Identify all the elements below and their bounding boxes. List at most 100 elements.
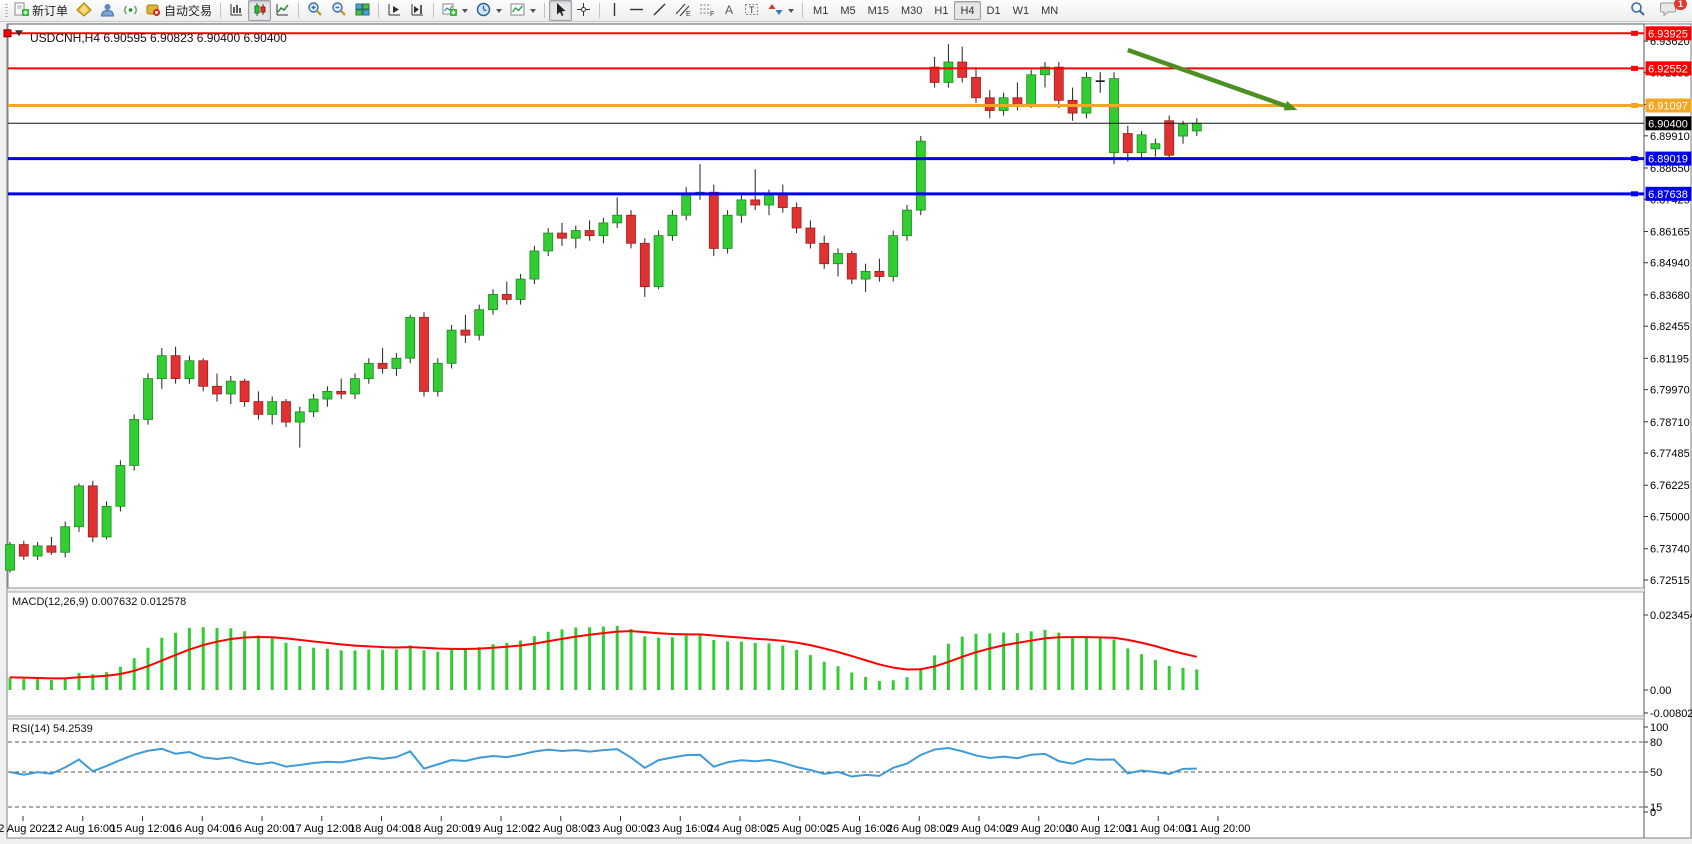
toolbar-separator	[298, 3, 299, 18]
horizontal-line-button[interactable]	[625, 0, 648, 21]
svg-text:6.89019: 6.89019	[1648, 154, 1688, 166]
notification-badge: 1	[1674, 0, 1687, 10]
svg-text:6.89910: 6.89910	[1650, 131, 1690, 143]
auto-trading-icon	[146, 2, 161, 20]
svg-text:6.92552: 6.92552	[1648, 63, 1688, 75]
crosshair-button[interactable]	[572, 0, 595, 21]
pane-splitter[interactable]	[8, 716, 1644, 719]
templates-button[interactable]	[506, 0, 540, 21]
gold-button[interactable]	[72, 0, 96, 21]
periods-button[interactable]	[472, 0, 506, 21]
auto-trading-button[interactable]: 自动交易	[142, 0, 216, 21]
svg-text:12 Aug 16:00: 12 Aug 16:00	[50, 823, 115, 835]
svg-text:0.00: 0.00	[1650, 685, 1671, 697]
bar-chart-button[interactable]	[225, 0, 248, 21]
indicators-button[interactable]	[438, 0, 472, 21]
zoom-in-button[interactable]	[303, 0, 327, 21]
svg-text:A: A	[725, 3, 733, 17]
svg-text:6.87638: 6.87638	[1648, 189, 1688, 201]
toolbar-separator	[544, 3, 545, 18]
vertical-line-button[interactable]	[604, 0, 625, 21]
svg-text:26 Aug 08:00: 26 Aug 08:00	[887, 823, 952, 835]
svg-text:6.75000: 6.75000	[1650, 512, 1690, 524]
text-label-icon: T	[744, 2, 760, 20]
svg-text:RSI(14) 54.2539: RSI(14) 54.2539	[12, 723, 93, 735]
price-level-badge: 6.93925	[1646, 26, 1692, 40]
chart-shift-button[interactable]	[406, 0, 429, 21]
cursor-icon	[553, 2, 568, 20]
signals-button[interactable]	[119, 0, 142, 21]
timeframe-h4[interactable]: H4	[954, 1, 980, 20]
timeframe-d1[interactable]: D1	[981, 1, 1007, 20]
text-label-button[interactable]: T	[740, 0, 764, 21]
templates-icon	[510, 2, 525, 20]
equidistant-channel-button[interactable]: E	[671, 0, 695, 21]
cursor-button[interactable]	[549, 0, 572, 21]
svg-text:18 Aug 20:00: 18 Aug 20:00	[409, 823, 474, 835]
svg-text:MACD(12,26,9) 0.007632 0.01257: MACD(12,26,9) 0.007632 0.012578	[12, 596, 186, 608]
auto-scroll-icon	[387, 2, 402, 20]
tile-windows-button[interactable]	[351, 0, 374, 21]
notifications-button[interactable]: 1	[1656, 0, 1681, 21]
svg-text:17 Aug 12:00: 17 Aug 12:00	[289, 823, 354, 835]
svg-text:6.77485: 6.77485	[1650, 448, 1690, 460]
zoom-in-icon	[307, 1, 323, 20]
indicators-caret-icon	[462, 9, 468, 13]
main-toolbar: 新订单 自动交易	[0, 0, 1692, 22]
timeframe-mn[interactable]: MN	[1035, 1, 1064, 20]
timeframe-m5[interactable]: M5	[834, 1, 861, 20]
toolbar-separator	[599, 3, 600, 18]
svg-text:24 Aug 08:00: 24 Aug 08:00	[708, 823, 773, 835]
indicators-icon	[442, 2, 457, 20]
clock-icon	[476, 2, 491, 20]
svg-text:31 Aug 04:00: 31 Aug 04:00	[1126, 823, 1191, 835]
timeframe-m30[interactable]: M30	[895, 1, 928, 20]
svg-text:6.93925: 6.93925	[1648, 28, 1688, 40]
svg-text:6.91097: 6.91097	[1648, 101, 1688, 113]
zoom-out-icon	[331, 1, 347, 20]
signal-icon	[123, 2, 138, 20]
svg-text:19 Aug 12:00: 19 Aug 12:00	[469, 823, 534, 835]
arrows-button[interactable]	[764, 0, 798, 21]
current-price-badge: 6.90400	[1646, 116, 1692, 130]
toolbar-grip	[5, 4, 8, 17]
line-chart-button[interactable]	[271, 0, 294, 21]
svg-text:25 Aug 16:00: 25 Aug 16:00	[827, 823, 892, 835]
horizontal-line-icon	[629, 2, 644, 20]
pane-splitter[interactable]	[8, 588, 1644, 592]
bar-chart-icon	[229, 2, 244, 20]
timeframe-m15[interactable]: M15	[862, 1, 895, 20]
toolbar-separator	[378, 3, 379, 18]
templates-caret-icon	[530, 9, 536, 13]
text-button[interactable]: A	[719, 0, 740, 21]
svg-text:0.023454: 0.023454	[1650, 610, 1692, 622]
chart-shift-icon	[410, 2, 425, 20]
arrows-icon	[768, 2, 783, 20]
trendline-button[interactable]	[648, 0, 671, 21]
svg-text:6.82455: 6.82455	[1650, 321, 1690, 333]
svg-text:0: 0	[1650, 807, 1656, 819]
fibonacci-button[interactable]: F	[695, 0, 719, 21]
timeframe-m1[interactable]: M1	[807, 1, 834, 20]
community-button[interactable]	[96, 0, 119, 21]
zoom-out-button[interactable]	[327, 0, 351, 21]
svg-text:25 Aug 00:00: 25 Aug 00:00	[767, 823, 832, 835]
svg-text:50: 50	[1650, 767, 1662, 779]
svg-text:29 Aug 20:00: 29 Aug 20:00	[1006, 823, 1071, 835]
price-level-badge: 6.87638	[1646, 187, 1692, 201]
timeframe-w1[interactable]: W1	[1007, 1, 1036, 20]
auto-scroll-button[interactable]	[383, 0, 406, 21]
svg-text:30 Aug 12:00: 30 Aug 12:00	[1066, 823, 1131, 835]
new-order-button[interactable]: 新订单	[10, 0, 72, 21]
text-icon: A	[723, 2, 736, 20]
candlestick-chart-button[interactable]	[248, 0, 271, 21]
new-order-icon	[14, 2, 29, 20]
search-button[interactable]	[1626, 0, 1650, 21]
svg-text:E: E	[686, 11, 691, 17]
price-level-badge: 6.92552	[1646, 61, 1692, 75]
svg-text:6.86165: 6.86165	[1650, 226, 1690, 238]
svg-text:F: F	[710, 11, 714, 17]
profile-icon	[100, 2, 115, 20]
svg-text:31 Aug 20:00: 31 Aug 20:00	[1186, 823, 1251, 835]
timeframe-h1[interactable]: H1	[928, 1, 954, 20]
